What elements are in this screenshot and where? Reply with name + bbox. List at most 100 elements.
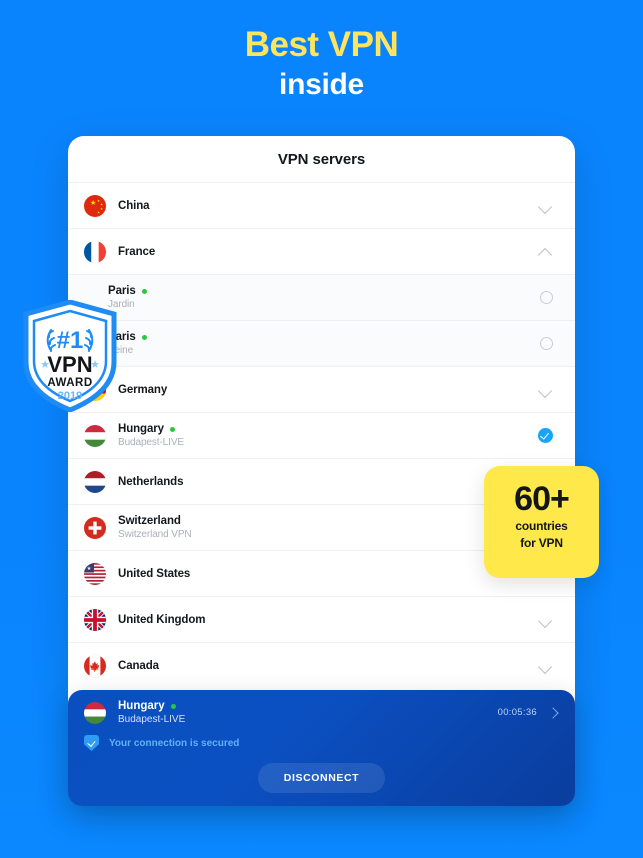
disconnect-button-wrap: DISCONNECT — [84, 763, 559, 793]
country-row[interactable]: Hungary Budapest-LIVE — [68, 412, 575, 458]
row-texts: United Kingdom — [118, 614, 539, 626]
award-rank-text: #1 — [57, 327, 84, 354]
row-name-line: France — [118, 246, 539, 258]
row-texts: Netherlands — [118, 476, 539, 488]
row-texts: Germany — [118, 384, 539, 396]
flag-hungary-icon — [84, 701, 106, 724]
chevron-down-icon[interactable] — [539, 383, 553, 397]
flag-fr-icon — [84, 240, 106, 263]
chevron-down-icon[interactable] — [539, 613, 553, 627]
country-row[interactable]: Germany — [68, 366, 575, 412]
row-name: Germany — [118, 383, 168, 396]
row-name-line: Switzerland — [118, 515, 539, 527]
vpn-award-badge: #1 VPN ★ ★ AWARD 2019 — [22, 300, 118, 412]
row-name: United Kingdom — [118, 613, 206, 626]
flag-cn-icon: ★ ★ ★ ★ ★ — [84, 194, 106, 217]
row-sublabel: Switzerland VPN — [118, 529, 192, 540]
hero-title-line2: inside — [279, 68, 364, 101]
connection-status: Your connection is secured — [84, 735, 559, 751]
row-name-line: Canada — [118, 660, 539, 672]
row-name-line: China — [118, 200, 539, 212]
server-radio-button[interactable] — [540, 291, 553, 304]
countries-count-line1: countries — [515, 519, 568, 533]
server-row[interactable]: Paris Seine — [68, 320, 575, 366]
active-server-label: Budapest-LIVE — [118, 714, 186, 725]
server-list: ★ ★ ★ ★ ★ China France Paris Jardin Paris Seine Ger… — [68, 182, 575, 688]
chevron-right-icon[interactable] — [547, 707, 559, 719]
hero-heading: Best VPN inside — [0, 24, 643, 104]
active-connection-row[interactable]: Hungary Budapest-LIVE 00:05:36 — [84, 700, 559, 725]
row-texts: Hungary Budapest-LIVE — [118, 423, 538, 448]
chevron-down-icon[interactable] — [539, 659, 553, 673]
session-timer: 00:05:36 — [497, 707, 537, 718]
online-dot-icon — [169, 426, 175, 432]
svg-text:★: ★ — [90, 359, 100, 371]
row-name: France — [118, 245, 156, 258]
selected-check-icon[interactable] — [538, 428, 553, 443]
row-name: Paris — [108, 285, 136, 297]
row-name-line: Paris — [108, 285, 540, 297]
row-name: United States — [118, 567, 191, 580]
svg-text:★: ★ — [100, 202, 103, 206]
row-name-line: Paris — [108, 331, 540, 343]
country-row[interactable]: 🍁 Canada — [68, 642, 575, 688]
row-texts: United States — [118, 568, 539, 580]
active-country-text: Hungary — [118, 700, 165, 712]
svg-text:★: ★ — [100, 207, 103, 211]
chevron-down-icon[interactable] — [539, 199, 553, 213]
active-country-label: Hungary — [118, 700, 498, 712]
row-texts: France — [118, 246, 539, 258]
row-name-line: United States — [118, 568, 539, 580]
online-dot-icon — [141, 334, 147, 340]
shield-check-icon — [84, 735, 99, 751]
award-title-text: VPN — [47, 352, 92, 377]
row-name-line: United Kingdom — [118, 614, 539, 626]
server-radio-button[interactable] — [540, 337, 553, 350]
row-sublabel: Budapest-LIVE — [118, 437, 184, 448]
disconnect-button[interactable]: DISCONNECT — [257, 763, 386, 793]
row-texts: Paris Jardin — [108, 285, 540, 310]
country-row[interactable]: ★ ★ ★ ★ ★ China — [68, 182, 575, 228]
countries-count-number: 60+ — [514, 480, 570, 518]
countries-count-badge: 60+ countries for VPN — [484, 466, 599, 578]
row-name: China — [118, 199, 150, 212]
countries-count-line2: for VPN — [520, 536, 563, 550]
connection-status-label: Your connection is secured — [109, 737, 240, 749]
row-texts: Switzerland Switzerland VPN — [118, 515, 539, 540]
award-shield-icon: #1 VPN ★ ★ AWARD 2019 — [23, 300, 117, 412]
row-texts: China — [118, 200, 539, 212]
svg-text:★: ★ — [40, 359, 50, 371]
row-sublabel: Seine — [108, 345, 134, 356]
hero-title-line1: Best VPN — [244, 25, 399, 64]
award-year-text: 2019 — [58, 390, 82, 402]
svg-text:★: ★ — [97, 210, 100, 214]
country-row[interactable]: France — [68, 228, 575, 274]
row-name: Canada — [118, 659, 159, 672]
award-subtitle-text: AWARD — [47, 377, 92, 389]
active-connection-texts: Hungary Budapest-LIVE — [118, 700, 498, 725]
server-row[interactable]: Paris Jardin — [68, 274, 575, 320]
row-texts: Paris Seine — [108, 331, 540, 356]
row-name-line: Germany — [118, 384, 539, 396]
flag-nl-icon — [84, 470, 106, 493]
active-connection-panel: Hungary Budapest-LIVE 00:05:36 Your conn… — [68, 690, 575, 806]
row-name: Hungary — [118, 423, 164, 435]
row-name-line: Hungary — [118, 423, 538, 435]
flag-hu-icon — [84, 424, 106, 447]
country-row[interactable]: United Kingdom — [68, 596, 575, 642]
svg-text:★: ★ — [90, 199, 96, 207]
page-title: VPN servers — [277, 151, 366, 168]
row-name-line: Netherlands — [118, 476, 539, 488]
row-name: Netherlands — [118, 475, 184, 488]
svg-text:★: ★ — [87, 566, 92, 572]
online-dot-icon — [170, 703, 176, 709]
flag-ch-icon — [84, 516, 106, 539]
online-dot-icon — [141, 288, 147, 294]
row-name: Switzerland — [118, 515, 181, 527]
row-texts: Canada — [118, 660, 539, 672]
chevron-up-icon[interactable] — [539, 245, 553, 259]
flag-gb-icon — [84, 608, 106, 631]
row-sublabel: Jardin — [108, 299, 135, 310]
flag-us-icon: ★ — [84, 562, 106, 585]
flag-ca-icon: 🍁 — [84, 654, 106, 677]
